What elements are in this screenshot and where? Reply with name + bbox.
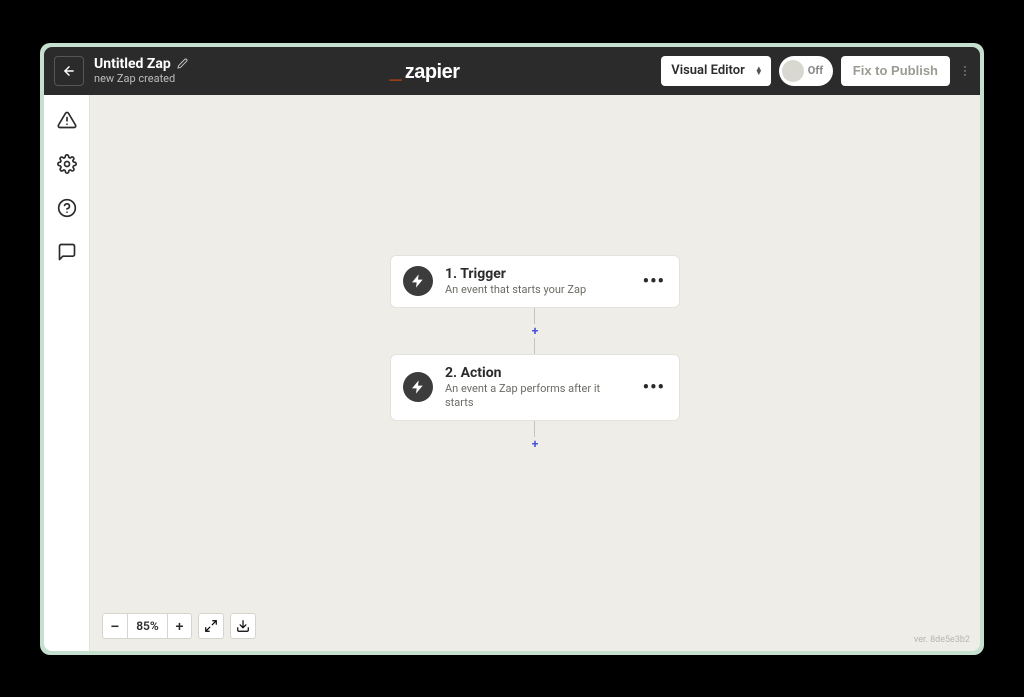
add-step-button[interactable]: + <box>532 437 539 451</box>
sidebar-comment-button[interactable] <box>52 237 82 267</box>
editor-mode-label: Visual Editor <box>671 63 745 78</box>
help-circle-icon <box>57 198 77 218</box>
gear-icon <box>57 154 77 174</box>
zapier-logo: _zapier <box>389 58 459 84</box>
add-step-button[interactable]: + <box>532 324 539 338</box>
more-menu-icon[interactable]: ●●● <box>960 65 970 77</box>
step-desc: An event a Zap performs after it starts <box>445 382 629 410</box>
zoom-controls: − 85% + <box>102 613 256 639</box>
sidebar-settings-button[interactable] <box>52 149 82 179</box>
editor-mode-select[interactable]: Visual Editor ▲▼ <box>661 56 771 86</box>
step-title: 2. Action <box>445 365 629 383</box>
connector-line <box>534 421 535 437</box>
step-menu-button[interactable]: ••• <box>641 377 667 398</box>
step-card-trigger[interactable]: 1. Trigger An event that starts your Zap… <box>390 255 680 308</box>
zoom-in-button[interactable]: + <box>167 614 191 638</box>
back-button[interactable] <box>54 56 84 86</box>
publish-button[interactable]: Fix to Publish <box>841 56 950 86</box>
canvas[interactable]: 1. Trigger An event that starts your Zap… <box>90 95 980 651</box>
toggle-knob <box>782 60 804 82</box>
step-desc: An event that starts your Zap <box>445 283 629 297</box>
fit-screen-button[interactable] <box>198 613 224 639</box>
step-card-action[interactable]: 2. Action An event a Zap performs after … <box>390 354 680 421</box>
sidebar-help-button[interactable] <box>52 193 82 223</box>
zap-subtitle: new Zap created <box>94 73 188 86</box>
version-label: ver. 8de5e3b2 <box>914 635 970 645</box>
sidebar-issues-button[interactable] <box>52 105 82 135</box>
sidebar <box>44 95 90 651</box>
download-icon <box>236 619 250 633</box>
step-title: 1. Trigger <box>445 266 629 284</box>
zap-enabled-toggle[interactable]: Off <box>779 56 833 86</box>
comment-icon <box>57 242 77 262</box>
zap-title[interactable]: Untitled Zap <box>94 56 171 72</box>
download-button[interactable] <box>230 613 256 639</box>
warning-triangle-icon <box>57 110 77 130</box>
pencil-icon[interactable] <box>177 55 188 73</box>
toggle-label: Off <box>808 64 823 77</box>
app-header: Untitled Zap new Zap created _zapier Vis… <box>44 47 980 95</box>
connector-line <box>534 308 535 324</box>
bolt-icon <box>403 372 433 402</box>
zoom-out-button[interactable]: − <box>103 614 127 638</box>
connector-line <box>534 338 535 354</box>
expand-icon <box>204 619 218 633</box>
zoom-level: 85% <box>127 614 167 638</box>
step-menu-button[interactable]: ••• <box>641 271 667 292</box>
chevron-updown-icon: ▲▼ <box>755 67 763 75</box>
bolt-icon <box>403 266 433 296</box>
arrow-left-icon <box>62 64 76 78</box>
